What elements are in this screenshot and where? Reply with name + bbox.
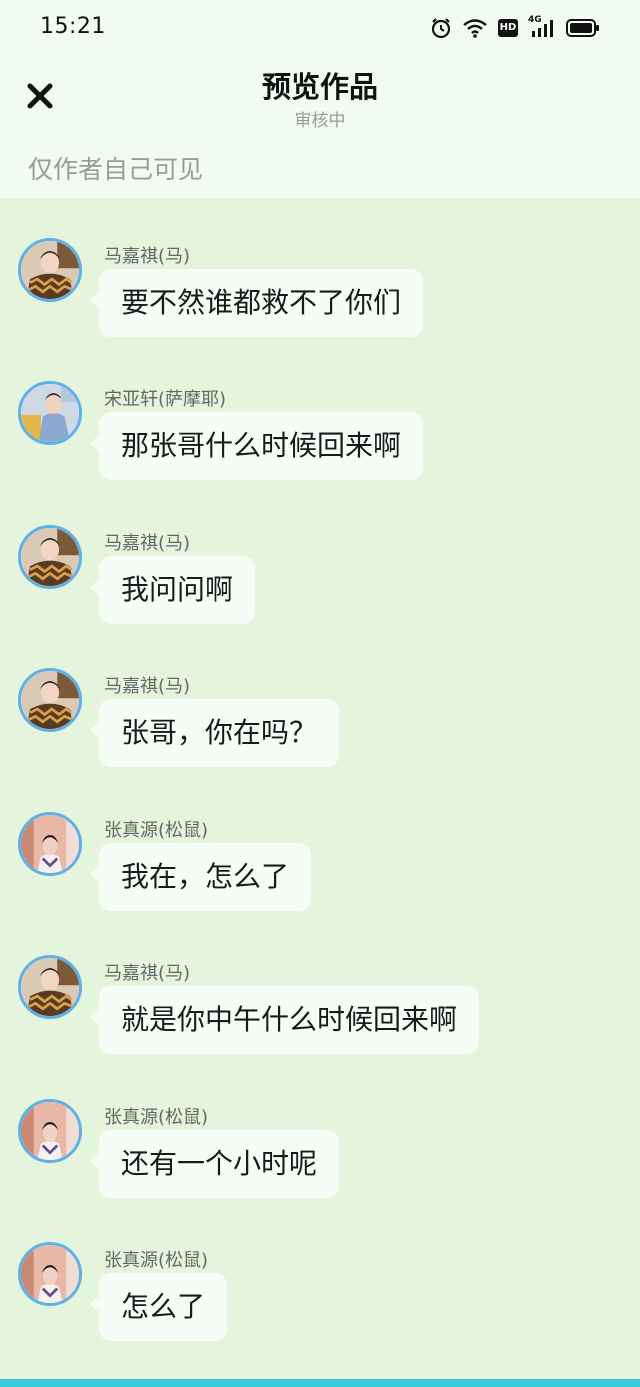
- message-item: 张真源(松鼠) 怎么了: [0, 1242, 640, 1352]
- avatar[interactable]: [18, 668, 82, 732]
- sender-name: 马嘉祺(马): [104, 246, 191, 267]
- avatar[interactable]: [18, 381, 82, 445]
- sender-name: 张真源(松鼠): [104, 1250, 209, 1271]
- page-title: 预览作品: [261, 70, 378, 104]
- message-bubble[interactable]: 那张哥什么时候回来啊: [89, 412, 424, 480]
- chat-list: 马嘉祺(马) 要不然谁都救不了你们 宋亚轩(萨摩耶) 那张哥什么时候回来啊 马嘉…: [0, 198, 640, 1379]
- sender-name: 张真源(松鼠): [104, 820, 209, 841]
- message-item: 张真源(松鼠) 我在，怎么了: [0, 812, 640, 922]
- message-bubble[interactable]: 要不然谁都救不了你们: [89, 269, 424, 337]
- sender-name: 马嘉祺(马): [104, 963, 191, 984]
- review-status: 审核中: [294, 111, 346, 131]
- battery-icon: [566, 19, 599, 37]
- message-bubble[interactable]: 我在，怎么了: [89, 843, 312, 911]
- visibility-note: 仅作者自己可见: [28, 155, 204, 184]
- avatar[interactable]: [18, 525, 82, 589]
- sender-name: 张真源(松鼠): [104, 1107, 209, 1128]
- alarm-icon: [431, 18, 451, 39]
- hd-icon: HD: [498, 19, 518, 37]
- header: 15:21 HD 4G 预览作品 审核中 仅作者自己可见: [0, 0, 640, 198]
- status-bar: 15:21 HD 4G: [0, 0, 640, 56]
- message-bubble[interactable]: 还有一个小时呢: [89, 1130, 340, 1198]
- message-item: 马嘉祺(马) 就是你中午什么时候回来啊: [0, 955, 640, 1065]
- message-item: 张真源(松鼠) 还有一个小时呢: [0, 1099, 640, 1209]
- avatar[interactable]: [18, 1099, 82, 1163]
- sender-name: 宋亚轩(萨摩耶): [104, 389, 227, 410]
- status-time: 15:21: [40, 14, 106, 39]
- avatar[interactable]: [18, 812, 82, 876]
- message-item: 马嘉祺(马) 要不然谁都救不了你们: [0, 238, 640, 348]
- message-item: 马嘉祺(马) 张哥，你在吗？: [0, 668, 640, 778]
- message-bubble[interactable]: 就是你中午什么时候回来啊: [89, 986, 480, 1054]
- message-bubble[interactable]: 我问问啊: [89, 556, 256, 624]
- avatar[interactable]: [18, 955, 82, 1019]
- status-icons: HD 4G: [430, 14, 600, 42]
- bottom-accent-bar: [0, 1379, 640, 1387]
- message-item: 宋亚轩(萨摩耶) 那张哥什么时候回来啊: [0, 381, 640, 491]
- message-item: 马嘉祺(马) 我问问啊: [0, 525, 640, 635]
- wifi-icon: [463, 19, 487, 38]
- message-bubble[interactable]: 张哥，你在吗？: [89, 699, 340, 767]
- avatar[interactable]: [18, 1242, 82, 1306]
- 4g-signal-icon: 4G: [528, 15, 556, 39]
- avatar[interactable]: [18, 238, 82, 302]
- sender-name: 马嘉祺(马): [104, 533, 191, 554]
- message-bubble[interactable]: 怎么了: [89, 1273, 228, 1341]
- sender-name: 马嘉祺(马): [104, 676, 191, 697]
